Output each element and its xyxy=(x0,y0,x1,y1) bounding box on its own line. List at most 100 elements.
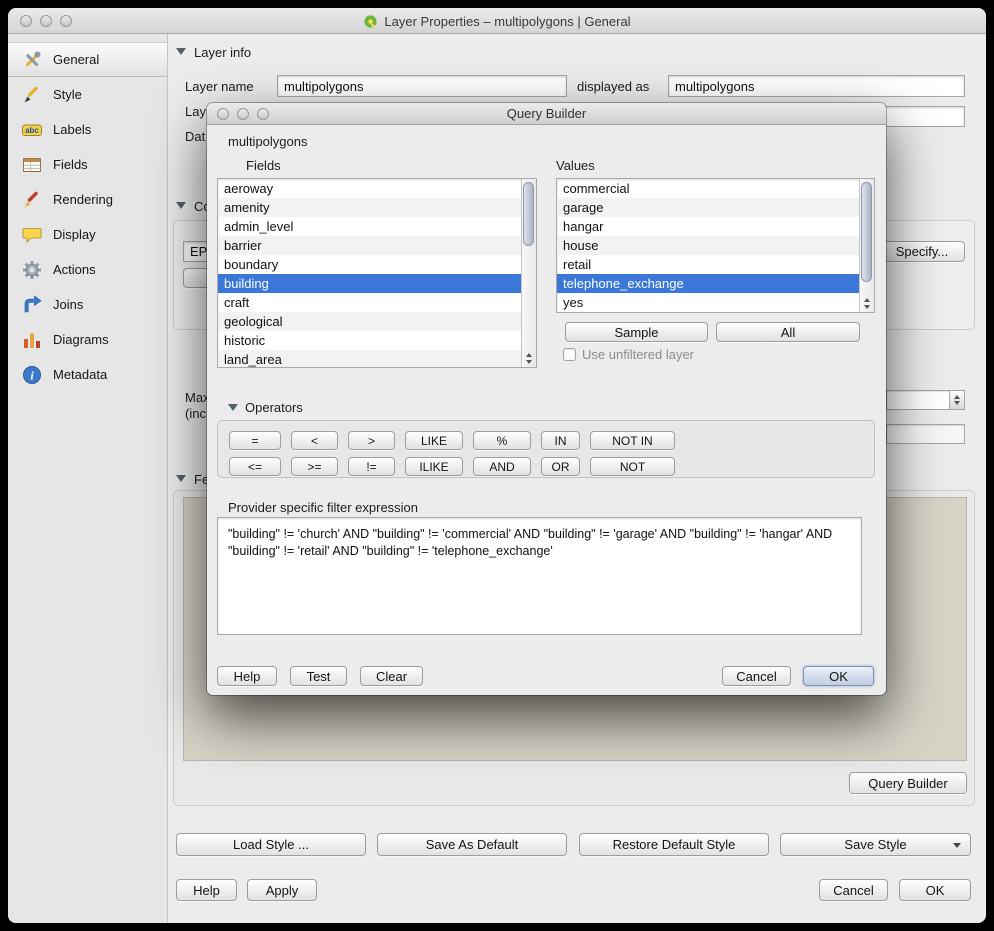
list-item[interactable]: commercial xyxy=(557,179,859,198)
window-titlebar[interactable]: Layer Properties – multipolygons | Gener… xyxy=(8,8,986,34)
sidebar-label: Diagrams xyxy=(53,332,109,347)
window-controls xyxy=(20,15,72,27)
feature-disclosure-icon[interactable] xyxy=(176,475,186,482)
close-button[interactable] xyxy=(20,15,32,27)
tools-icon xyxy=(21,49,43,71)
scrollbar-arrows-icon[interactable] xyxy=(860,298,874,309)
operator-neq-button[interactable]: != xyxy=(348,457,395,476)
dialog-title: Query Builder xyxy=(207,103,886,125)
operator-like-button[interactable]: LIKE xyxy=(405,431,463,450)
window-title: Layer Properties – multipolygons | Gener… xyxy=(8,8,986,34)
sidebar-item-metadata[interactable]: i Metadata xyxy=(8,357,167,392)
gear-icon xyxy=(21,259,43,281)
list-item[interactable]: hangar xyxy=(557,217,859,236)
list-item[interactable]: aeroway xyxy=(218,179,521,198)
sidebar-item-general[interactable]: General xyxy=(8,42,167,77)
sidebar-item-fields[interactable]: Fields xyxy=(8,147,167,182)
load-style-button[interactable]: Load Style ... xyxy=(176,833,366,856)
query-builder-button[interactable]: Query Builder xyxy=(849,772,967,794)
operator-and-button[interactable]: AND xyxy=(473,457,531,476)
operator-in-button[interactable]: IN xyxy=(541,431,580,450)
list-item[interactable]: admin_level xyxy=(218,217,521,236)
dialog-help-button[interactable]: Help xyxy=(217,666,277,686)
fields-list: aeroway amenity admin_level barrier boun… xyxy=(217,178,537,368)
minimize-button[interactable] xyxy=(40,15,52,27)
help-button[interactable]: Help xyxy=(176,879,237,901)
sample-button[interactable]: Sample xyxy=(565,322,708,342)
operator-percent-button[interactable]: % xyxy=(473,431,531,450)
list-item-selected[interactable]: building xyxy=(218,274,521,293)
list-item[interactable]: barrier xyxy=(218,236,521,255)
list-item[interactable]: land_area xyxy=(218,350,521,368)
save-style-label: Save Style xyxy=(844,837,906,852)
restore-default-style-button[interactable]: Restore Default Style xyxy=(579,833,769,856)
zoom-button[interactable] xyxy=(60,15,72,27)
list-item[interactable]: craft xyxy=(218,293,521,312)
list-item[interactable]: boundary xyxy=(218,255,521,274)
save-style-button[interactable]: Save Style xyxy=(780,833,971,856)
all-button[interactable]: All xyxy=(716,322,860,342)
abc-tag-icon: abc xyxy=(21,119,43,141)
operators-box: = < > LIKE % IN NOT IN <= >= != ILIKE AN… xyxy=(217,420,875,478)
dialog-titlebar[interactable]: Query Builder xyxy=(207,103,886,125)
operators-disclosure-icon[interactable] xyxy=(228,404,238,411)
operator-gt-button[interactable]: > xyxy=(348,431,395,450)
operator-not-button[interactable]: NOT xyxy=(590,457,675,476)
operator-not-in-button[interactable]: NOT IN xyxy=(590,431,675,450)
list-item[interactable]: geological xyxy=(218,312,521,331)
layer-info-disclosure-icon[interactable] xyxy=(176,48,186,55)
filter-expression-textarea[interactable]: "building" != 'church' AND "building" !=… xyxy=(217,517,862,635)
sidebar-item-display[interactable]: Display xyxy=(8,217,167,252)
scrollbar-arrows-icon[interactable] xyxy=(522,353,536,364)
list-item[interactable]: garage xyxy=(557,198,859,217)
operator-or-button[interactable]: OR xyxy=(541,457,580,476)
layer-info-section-label: Layer info xyxy=(194,45,251,60)
dialog-clear-button[interactable]: Clear xyxy=(360,666,423,686)
list-item[interactable]: retail xyxy=(557,255,859,274)
specify-button[interactable]: Specify... xyxy=(879,241,965,262)
sidebar-label: Metadata xyxy=(53,367,107,382)
operator-lte-button[interactable]: <= xyxy=(229,457,281,476)
inclusive-label-partial: (inc xyxy=(185,406,206,421)
fields-scrollbar[interactable] xyxy=(521,179,536,367)
sidebar-item-labels[interactable]: abc Labels xyxy=(8,112,167,147)
use-unfiltered-checkbox[interactable] xyxy=(563,348,576,361)
cancel-button[interactable]: Cancel xyxy=(819,879,888,901)
ok-button[interactable]: OK xyxy=(899,879,971,901)
layer-name-input[interactable]: multipolygons xyxy=(277,75,567,97)
sidebar-item-actions[interactable]: Actions xyxy=(8,252,167,287)
displayed-as-input[interactable]: multipolygons xyxy=(668,75,965,97)
dialog-ok-button[interactable]: OK xyxy=(803,666,874,686)
save-as-default-button[interactable]: Save As Default xyxy=(377,833,567,856)
scale-field-fragment[interactable] xyxy=(886,424,965,444)
crs-disclosure-icon[interactable] xyxy=(176,202,186,209)
sidebar-item-diagrams[interactable]: Diagrams xyxy=(8,322,167,357)
list-item[interactable]: house xyxy=(557,236,859,255)
info-icon: i xyxy=(21,364,43,386)
combo-stepper-icon[interactable] xyxy=(949,391,964,409)
operator-gte-button[interactable]: >= xyxy=(291,457,338,476)
scrollbar-thumb[interactable] xyxy=(523,182,534,246)
scale-combo-fragment[interactable] xyxy=(886,390,965,410)
list-item-selected[interactable]: telephone_exchange xyxy=(557,274,859,293)
dialog-close-button[interactable] xyxy=(217,108,229,120)
values-scrollbar[interactable] xyxy=(859,179,874,312)
operator-lt-button[interactable]: < xyxy=(291,431,338,450)
list-item[interactable]: historic xyxy=(218,331,521,350)
dialog-zoom-button[interactable] xyxy=(257,108,269,120)
dialog-test-button[interactable]: Test xyxy=(290,666,347,686)
chevron-down-icon xyxy=(953,843,961,848)
operator-equals-button[interactable]: = xyxy=(229,431,281,450)
apply-button[interactable]: Apply xyxy=(247,879,317,901)
scrollbar-thumb[interactable] xyxy=(861,182,872,282)
operators-section-label: Operators xyxy=(245,400,303,415)
dialog-minimize-button[interactable] xyxy=(237,108,249,120)
sidebar-item-rendering[interactable]: Rendering xyxy=(8,182,167,217)
list-item[interactable]: amenity xyxy=(218,198,521,217)
dialog-layer-name: multipolygons xyxy=(228,134,308,149)
sidebar-item-style[interactable]: Style xyxy=(8,77,167,112)
dialog-cancel-button[interactable]: Cancel xyxy=(722,666,791,686)
list-item[interactable]: yes xyxy=(557,293,859,312)
sidebar-item-joins[interactable]: Joins xyxy=(8,287,167,322)
operator-ilike-button[interactable]: ILIKE xyxy=(405,457,463,476)
